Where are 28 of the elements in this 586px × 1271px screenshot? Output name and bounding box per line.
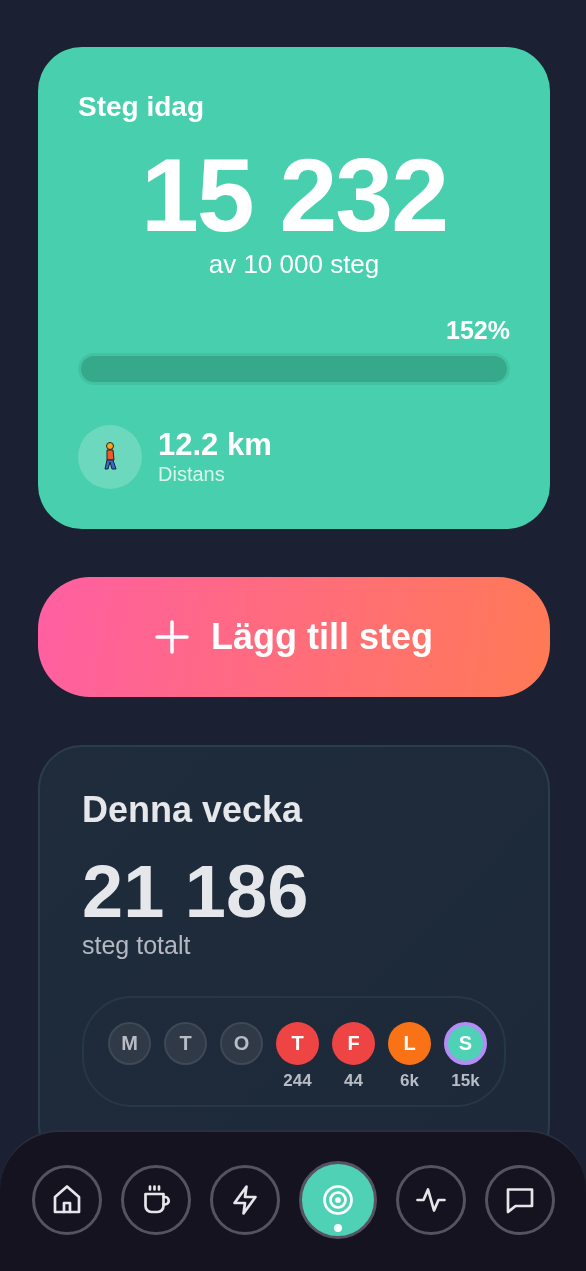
day-count: 244 [283,1071,312,1091]
day-count: 44 [344,1071,363,1091]
day-count: 6k [400,1071,419,1091]
day-indicator: S [444,1022,487,1065]
nav-button[interactable] [120,1164,191,1235]
day-indicator: O [220,1022,263,1065]
week-title: Denna vecka [82,789,304,831]
active-dot [333,1223,342,1232]
step-goal: av 10 000 steg [207,249,381,280]
nav-button[interactable] [31,1164,102,1235]
progress-percent: 152% [446,316,510,345]
nav-button[interactable] [395,1164,466,1235]
nav-button[interactable] [209,1164,280,1235]
day-indicator: T [164,1022,207,1065]
day-count: 15k [451,1071,480,1091]
add-steps-button[interactable]: Lägg till steg [38,577,550,697]
nav-button[interactable] [484,1164,555,1235]
week-total: 21 186 [82,855,310,929]
step-count: 15 232 [139,143,449,247]
distance-value: 12.2 km [158,428,272,463]
day-indicator: F [332,1022,375,1065]
week-total-label: steg totalt [82,931,192,960]
day-indicator: M [108,1022,151,1065]
plus-icon [155,620,189,654]
day-indicator: L [388,1022,431,1065]
distance-label: Distans [158,462,226,486]
card-title: Steg idag [78,91,205,123]
day-indicator: T [276,1022,319,1065]
